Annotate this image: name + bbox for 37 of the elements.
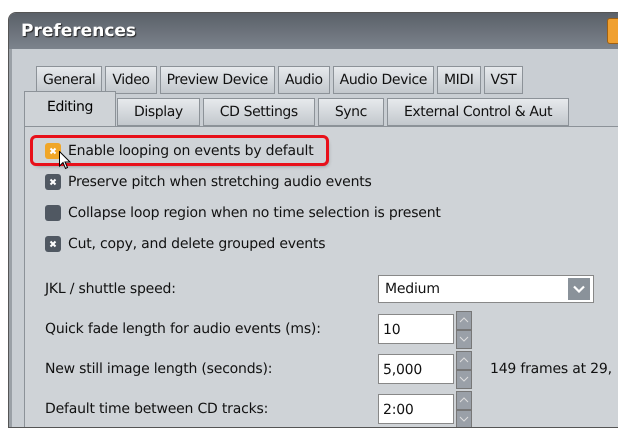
tab[interactable]: VST: [484, 66, 524, 94]
tab[interactable]: Audio Device: [332, 66, 434, 94]
number-field[interactable]: 2:00: [378, 394, 454, 424]
dropdown[interactable]: Medium: [378, 274, 594, 302]
spinner-arrows-icon[interactable]: [456, 390, 472, 427]
tab[interactable]: Editing: [24, 91, 116, 126]
checkbox[interactable]: [45, 142, 61, 158]
setting-label: Quick fade length for audio events (ms):: [45, 320, 322, 336]
mouse-pointer-icon: [59, 151, 71, 170]
tab[interactable]: Video: [105, 66, 157, 94]
tab[interactable]: Preview Device: [160, 66, 275, 94]
checkbox[interactable]: [45, 236, 61, 252]
tab[interactable]: External Control & Aut: [386, 98, 570, 126]
spinner-arrows-icon[interactable]: [456, 310, 472, 348]
checkbox[interactable]: [45, 174, 61, 190]
spinner-arrows-icon[interactable]: [456, 350, 472, 388]
tab[interactable]: Audio: [278, 66, 330, 94]
frames-note: 149 frames at 29,: [490, 360, 612, 376]
checkbox-label: Cut, copy, and delete grouped events: [68, 236, 326, 252]
window-button[interactable]: [607, 18, 618, 44]
checkbox[interactable]: [45, 204, 61, 220]
checkbox-label: Enable looping on events by default: [68, 142, 314, 158]
checkbox-label: Preserve pitch when stretching audio events: [68, 174, 372, 190]
tab[interactable]: Sync: [318, 98, 384, 126]
setting-label: JKL / shuttle speed:: [45, 280, 177, 296]
window-title: Preferences: [21, 21, 136, 41]
checkbox-label: Collapse loop region when no time selection is present: [68, 204, 441, 220]
setting-label: New still image length (seconds):: [45, 360, 274, 376]
cross-mark-icon: [49, 178, 57, 186]
tab[interactable]: CD Settings: [202, 98, 315, 126]
cross-mark-icon: [49, 146, 57, 154]
setting-label: Default time between CD tracks:: [45, 400, 270, 416]
number-field[interactable]: 5,000: [378, 354, 454, 384]
number-field[interactable]: 10: [378, 314, 454, 344]
tab[interactable]: MIDI: [436, 66, 480, 94]
cross-mark-icon: [49, 240, 57, 248]
tab[interactable]: Display: [116, 98, 200, 126]
